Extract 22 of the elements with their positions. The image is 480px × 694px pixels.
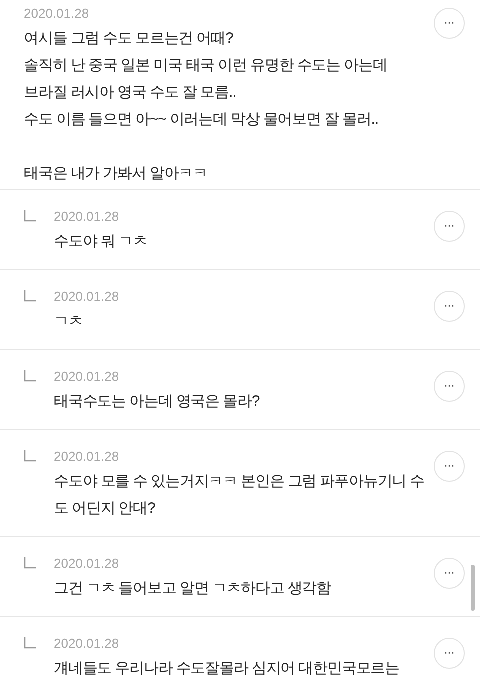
reply-date: 2020.01.28	[54, 208, 120, 225]
scrollbar[interactable]	[471, 565, 475, 611]
reply-text: 걔네들도 우리나라 수도잘몰라 심지어 대한민국모르는	[54, 659, 400, 679]
more-button[interactable]: ···	[434, 638, 465, 669]
more-button[interactable]: ···	[434, 558, 465, 589]
reply-text: ㄱㅊ	[54, 312, 84, 332]
more-button[interactable]: ···	[434, 291, 465, 322]
more-button[interactable]: ···	[434, 211, 465, 242]
reply-date: 2020.01.28	[54, 368, 120, 385]
more-button[interactable]: ···	[434, 371, 465, 402]
reply-text: 수도야 뭐 ㄱㅊ	[54, 232, 149, 252]
reply-date: 2020.01.28	[54, 555, 120, 572]
comment-date: 2020.01.28	[24, 5, 90, 22]
reply-text: 태국수도는 아는데 영국은 몰라?	[54, 392, 261, 412]
comment-text: 여시들 그럼 수도 모르는건 어때? 솔직히 난 중국 일본 미국 태국 이런 유명한 수도는 아는데 브라질 러시아 영국 수도 잘 모름.. 수도 이름 들으면 아~~ 이러는데 막상 물어보면 잘 몰러.. 태국은 내가 가봐서 알아ㅋㅋ	[24, 29, 388, 184]
reply-text: 수도야 모를 수 있는거지ㅋㅋ 본인은 그럼 파푸아뉴기니 수도 어딘지 안대?	[54, 472, 426, 519]
reply-date: 2020.01.28	[54, 288, 120, 305]
reply-date: 2020.01.28	[54, 635, 120, 652]
more-button[interactable]: ···	[434, 8, 465, 39]
more-button[interactable]: ···	[434, 451, 465, 482]
reply-text: 그건 ㄱㅊ 들어보고 알면 ㄱㅊ하다고 생각함	[54, 579, 332, 599]
reply-date: 2020.01.28	[54, 448, 120, 465]
